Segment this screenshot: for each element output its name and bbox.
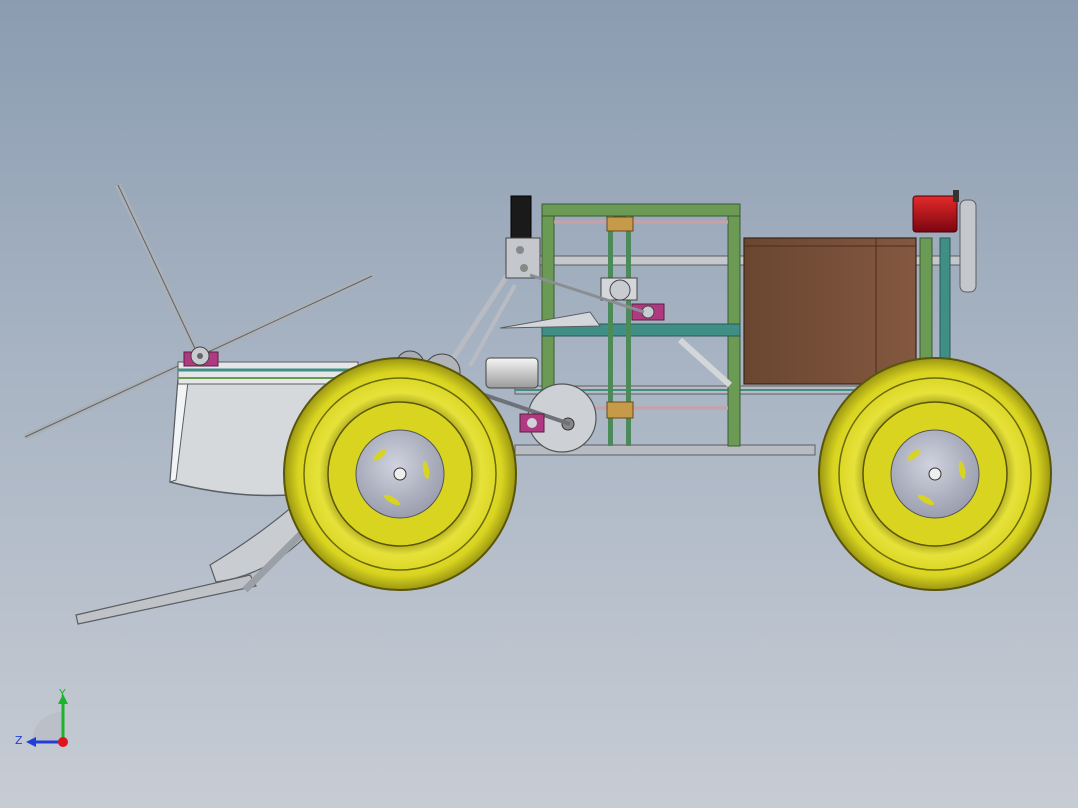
y-axis-label: Y <box>58 687 66 700</box>
vehicle-model[interactable] <box>0 0 1078 808</box>
z-axis-arrow <box>26 737 36 747</box>
rear-wheel <box>283 357 517 591</box>
front-motor <box>912 190 959 233</box>
z-axis-label: Z <box>15 734 23 747</box>
orientation-triad[interactable]: Y Z <box>12 686 76 756</box>
cad-viewport[interactable]: Y Z <box>0 0 1078 808</box>
storage-bin <box>743 237 917 385</box>
lower-chute <box>75 498 313 625</box>
front-wheel <box>818 357 1052 591</box>
x-axis-dot <box>58 737 68 747</box>
